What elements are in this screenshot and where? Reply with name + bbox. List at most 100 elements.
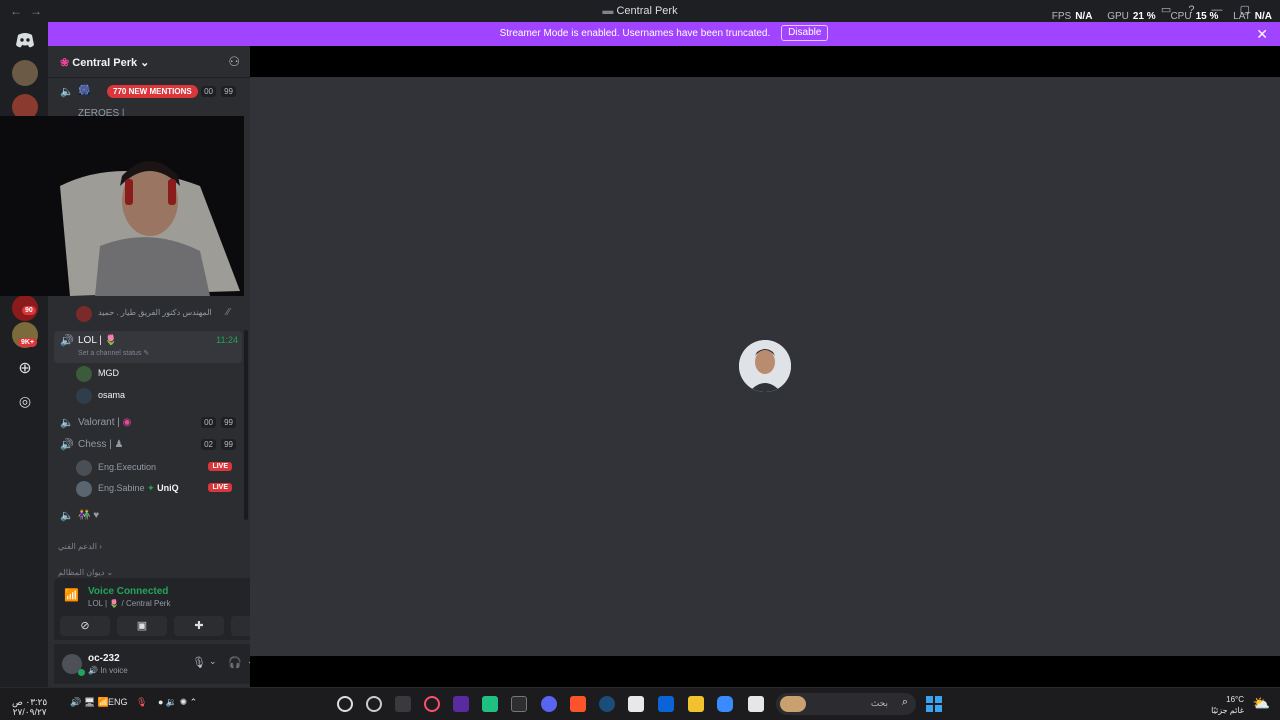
cpu-value: 15 %: [1195, 11, 1219, 22]
task-view-icon[interactable]: [748, 696, 764, 712]
server-name[interactable]: ❀ Central Perk ⌄: [60, 56, 149, 69]
lat-label: LAT: [1233, 11, 1251, 22]
live-badge[interactable]: LIVE: [208, 462, 232, 471]
epic-games-icon[interactable]: [511, 696, 527, 712]
opera-gx-icon[interactable]: [424, 696, 440, 712]
speaker-icon: 🔊: [60, 439, 74, 451]
microphone-icon[interactable]: 🎙: [192, 656, 206, 669]
camera-off-button[interactable]: ⊘: [60, 616, 110, 636]
new-mentions-badge[interactable]: 770 NEW MENTIONS: [107, 85, 198, 98]
tray-icons[interactable]: 🔊 🖥 📶: [70, 697, 109, 708]
online-status-dot: [78, 669, 85, 676]
voice-connected-title: Voice Connected: [88, 586, 169, 597]
discord-taskbar-icon[interactable]: [541, 696, 557, 712]
copilot-icon[interactable]: [717, 696, 733, 712]
webcam-image: [0, 116, 244, 296]
search-icon: ⌕: [901, 696, 908, 708]
live-badge[interactable]: LIVE: [208, 483, 232, 492]
screen-share-button[interactable]: ▣: [117, 616, 167, 636]
user-name: Eng.Sabine ✦ UniQ: [98, 483, 179, 493]
discord-home-icon[interactable]: [12, 27, 38, 53]
headphones-icon[interactable]: 🎧: [228, 656, 242, 669]
store-icon[interactable]: [628, 696, 644, 712]
user-name[interactable]: oc-232: [88, 653, 120, 664]
nzxt-icon[interactable]: [453, 696, 469, 712]
outlook-icon[interactable]: [658, 696, 674, 712]
windows-start-icon[interactable]: [926, 696, 942, 712]
avatar: [76, 366, 92, 382]
steam-icon[interactable]: [599, 696, 615, 712]
search-app-icon[interactable]: [337, 696, 353, 712]
brave-icon[interactable]: [570, 696, 586, 712]
weather-widget[interactable]: 16°C غائم جزئيًا: [1211, 694, 1244, 716]
clock-date: ٢٧/٠٩/٢٧: [12, 707, 47, 717]
channel-emoji-icon: 👫 ♥: [78, 510, 100, 521]
banner-text: Streamer Mode is enabled. Usernames have…: [499, 28, 771, 39]
user-count: 00: [201, 86, 216, 97]
voice-channel-lol[interactable]: 🔊 LOL | 🌷 11:24 Set a channel status ✎: [54, 331, 242, 363]
voice-connected-channel[interactable]: LOL | 🌷 / Central Perk: [88, 599, 170, 608]
mail-app-icon[interactable]: [395, 696, 411, 712]
avatar: [76, 306, 92, 322]
user-count: 00: [201, 417, 216, 428]
voice-channel-top[interactable]: 🔈 🎆 770 NEW MENTIONS 00 99: [54, 82, 242, 102]
speaker-icon: 🔈: [60, 417, 74, 429]
fps-label: FPS: [1051, 11, 1072, 22]
call-grid: [250, 77, 1280, 656]
channel-emoji-icon: 🎆: [78, 85, 91, 96]
avatar: [76, 388, 92, 404]
activities-button[interactable]: ✚: [174, 616, 224, 636]
voice-user-osama[interactable]: osama: [76, 386, 236, 406]
channel-name: Chess | ♟: [78, 439, 124, 450]
invite-people-icon[interactable]: ⚇: [228, 54, 240, 70]
participant-avatar[interactable]: [739, 340, 791, 392]
voice-user-sabine[interactable]: Eng.Sabine ✦ UniQ LIVE: [76, 479, 236, 499]
voice-channel-chess[interactable]: 🔊 Chess | ♟ 02 99: [54, 435, 242, 455]
channel-scrollbar[interactable]: [244, 330, 248, 520]
taskbar-clock[interactable]: ٠٣:٢٥ ص ٢٧/٠٩/٢٧: [12, 697, 47, 717]
chevron-down-icon[interactable]: ⌄: [209, 656, 217, 667]
signal-icon[interactable]: 📶: [64, 588, 79, 602]
user-status: 🔊 In voice: [88, 666, 128, 675]
mic-tray-icon[interactable]: 🎙: [136, 697, 147, 708]
steelseries-icon[interactable]: [366, 696, 382, 712]
voice-user-execution[interactable]: Eng.Execution LIVE: [76, 458, 236, 478]
user-limit: 99: [221, 439, 236, 450]
deafened-icon: ⁄⁄: [226, 307, 230, 318]
discover-icon[interactable]: ◎: [12, 388, 38, 414]
gpu-label: GPU: [1107, 11, 1129, 22]
disable-button[interactable]: Disable: [781, 25, 829, 42]
server-header[interactable]: ❀ Central Perk ⌄ ⚇: [48, 46, 250, 78]
voice-channel-emoji[interactable]: 🔈 👫 ♥: [54, 506, 242, 526]
voice-user-arabic[interactable]: المهندس دكتور الفريق طيار . حميد ⁄⁄: [76, 304, 236, 324]
user-name: MGD: [98, 368, 119, 378]
tray-icons-2[interactable]: ● 🔉 ✺ ⌃: [158, 697, 197, 708]
server-icon-1[interactable]: [12, 60, 38, 86]
streamer-mode-banner: Streamer Mode is enabled. Usernames have…: [48, 22, 1280, 46]
speaker-icon: 🔊: [60, 335, 74, 347]
voice-channel-valorant[interactable]: 🔈 Valorant | ◉ 00 99: [54, 413, 242, 433]
chat-app-icon[interactable]: [482, 696, 498, 712]
banner-close-icon[interactable]: ✕: [1256, 22, 1268, 46]
file-explorer-icon[interactable]: [688, 696, 704, 712]
category-support[interactable]: الدعم الفني ›: [54, 538, 242, 558]
category-name: ديوان المظالم ⌄: [58, 568, 114, 577]
language-indicator[interactable]: ENG: [108, 697, 128, 707]
channel-timer: 11:24: [216, 335, 238, 345]
search-highlight-image: [780, 696, 806, 712]
server-badge-90: 90: [22, 306, 36, 315]
fps-value: N/A: [1075, 11, 1093, 22]
weather-temp: 16°C: [1226, 695, 1244, 704]
gpu-value: 21 %: [1132, 11, 1156, 22]
user-limit: 99: [221, 86, 236, 97]
taskbar-search[interactable]: بحث ⌕: [776, 693, 916, 715]
webcam-preview[interactable]: [0, 116, 244, 296]
avatar: [76, 460, 92, 476]
performance-overlay: FPS N/A GPU 21 % CPU 15 % LAT N/A: [1052, 11, 1272, 22]
avatar: [76, 481, 92, 497]
set-channel-status[interactable]: Set a channel status ✎: [78, 349, 149, 357]
add-server-icon[interactable]: ⊕: [12, 356, 38, 382]
speaker-icon: 🔈: [60, 510, 74, 522]
user-name: osama: [98, 390, 126, 400]
voice-user-mgd[interactable]: MGD: [76, 364, 236, 384]
